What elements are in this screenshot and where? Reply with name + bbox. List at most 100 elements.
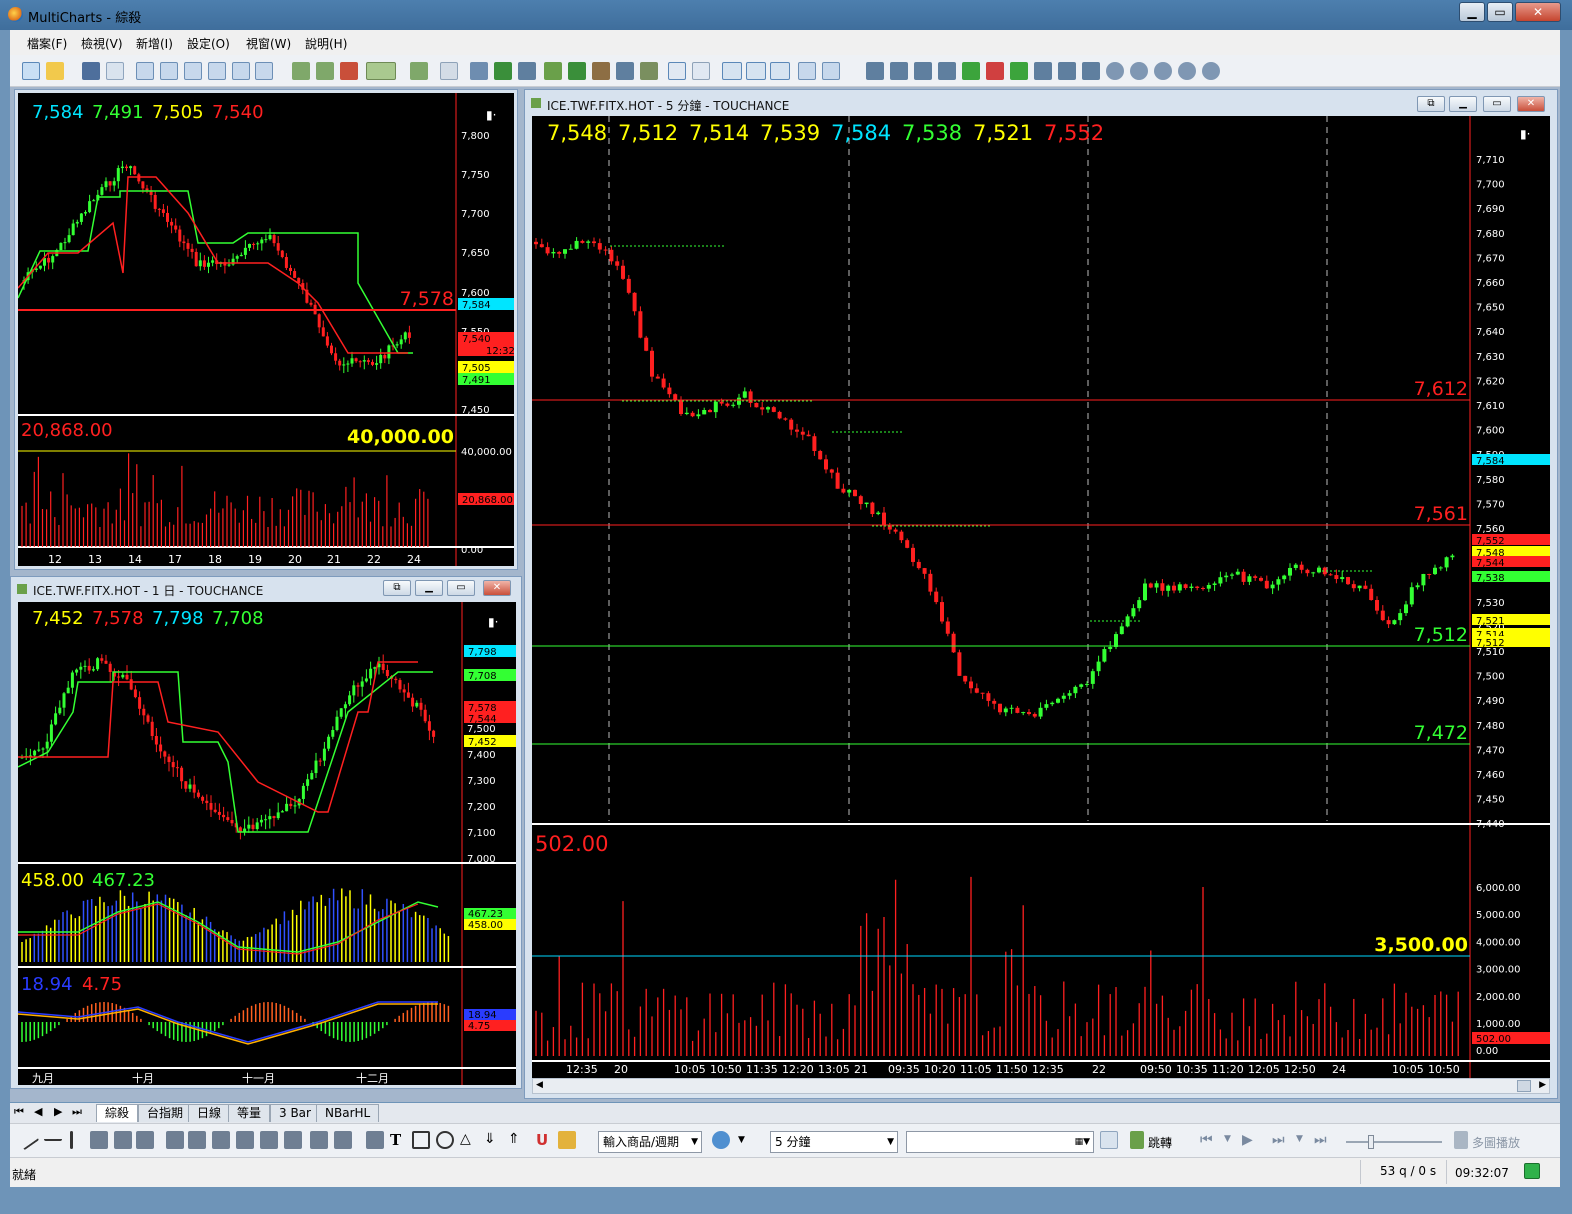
chart-window-icon[interactable] — [136, 62, 154, 80]
gann-fan-icon[interactable] — [188, 1131, 206, 1149]
fibonacci-icon[interactable] — [166, 1131, 184, 1149]
refresh-icon[interactable] — [1154, 62, 1172, 80]
symbol-selector[interactable]: 輸入商品/週期 ▼ — [598, 1131, 702, 1153]
scale-toggle-icon[interactable]: ▮· — [1520, 127, 1530, 141]
scroll-start-icon[interactable] — [866, 62, 884, 80]
arrow-up-icon[interactable] — [962, 62, 980, 80]
crosshair-icon[interactable] — [692, 62, 710, 80]
status-line-icon[interactable] — [822, 62, 840, 80]
menu-window[interactable]: 視窗(W) — [246, 35, 291, 52]
close-chart-button[interactable]: ✕ — [483, 580, 511, 596]
new-workspace-icon[interactable] — [22, 62, 40, 80]
jump-icon[interactable] — [1130, 1131, 1144, 1149]
maximize-chart-button[interactable]: ▭ — [447, 580, 475, 596]
multi-play-button[interactable]: 多圖播放 — [1472, 1134, 1520, 1151]
tab-workspace[interactable]: 日線 — [188, 1104, 231, 1122]
parallel-icon[interactable] — [114, 1131, 132, 1149]
signal-icon[interactable] — [316, 62, 334, 80]
fib-extension-icon[interactable] — [212, 1131, 230, 1149]
expand-icon[interactable] — [1082, 62, 1100, 80]
renko-icon[interactable] — [568, 62, 586, 80]
magnet-icon[interactable]: U — [536, 1131, 554, 1149]
point-figure-icon[interactable] — [544, 62, 562, 80]
close-window-button[interactable]: ✕ — [1515, 2, 1561, 22]
trendline-icon[interactable] — [18, 1131, 40, 1151]
line-chart-icon[interactable] — [518, 62, 536, 80]
minimize-chart-button[interactable]: ▁ — [1449, 96, 1477, 112]
tab-prev-icon[interactable]: ◀ — [34, 1105, 42, 1118]
data-window-icon[interactable] — [798, 62, 816, 80]
jump-button[interactable]: 跳轉 — [1148, 1134, 1172, 1151]
chart-window-daily[interactable]: ICE.TWF.FITX.HOT - 1 日 - TOUCHANCE ⧉ ▁ ▭… — [10, 576, 522, 1089]
scrollbar-thumb[interactable] — [1517, 1080, 1531, 1092]
close-chart-button[interactable]: ✕ — [1517, 96, 1545, 112]
chart-window-top-left[interactable]: 7,578 7,584 7,491 7,505 7,540 ▮· 7,800 7… — [14, 89, 518, 570]
scroll-right-arrow-icon[interactable]: ▶ — [1539, 1080, 1546, 1090]
maximize-window-button[interactable]: ▭ — [1487, 2, 1513, 22]
minimize-chart-button[interactable]: ▁ — [415, 580, 443, 596]
multi-play-icon[interactable] — [1454, 1131, 1468, 1149]
bar-chart-icon[interactable] — [470, 62, 488, 80]
time-zone-icon[interactable] — [260, 1131, 278, 1149]
kagi-icon[interactable] — [592, 62, 610, 80]
candlestick-icon[interactable] — [494, 62, 512, 80]
chevron-down-icon[interactable]: ▼ — [1296, 1134, 1303, 1144]
tab-last-icon[interactable]: ⏭ — [72, 1105, 82, 1119]
channel-icon[interactable] — [90, 1131, 108, 1149]
maximize-chart-button[interactable]: ▭ — [1483, 96, 1511, 112]
strategy-icon[interactable] — [340, 62, 358, 80]
tile-window-icon[interactable] — [746, 62, 766, 80]
tab-workspace[interactable]: 3 Bar — [270, 1104, 320, 1122]
chevron-down-icon[interactable]: ▼ — [738, 1135, 745, 1145]
drawing-mode-icon[interactable] — [366, 62, 396, 80]
ray-icon[interactable] — [44, 1131, 62, 1141]
cascade-window-icon[interactable] — [770, 62, 790, 80]
tab-first-icon[interactable]: ⏮ — [14, 1105, 24, 1119]
detach-window-button[interactable]: ⧉ — [1417, 96, 1445, 112]
rectangle-icon[interactable] — [412, 1131, 430, 1149]
text-tool-icon[interactable]: T — [390, 1131, 408, 1149]
detach-window-button[interactable]: ⧉ — [383, 580, 411, 596]
zoom-out-icon[interactable] — [1130, 62, 1148, 80]
grid-icon[interactable] — [334, 1131, 352, 1149]
save-icon[interactable] — [82, 62, 100, 80]
reload-icon[interactable] — [1178, 62, 1196, 80]
close-workspace-icon[interactable] — [106, 62, 124, 80]
minimize-window-button[interactable]: ▁ — [1459, 2, 1485, 22]
scroll-left-arrow-icon[interactable]: ◀ — [536, 1080, 543, 1090]
text-list-icon[interactable] — [366, 1131, 384, 1149]
menu-help[interactable]: 說明(H) — [305, 35, 347, 52]
triangle-icon[interactable]: △ — [460, 1131, 478, 1149]
compass-icon[interactable] — [712, 1131, 730, 1149]
slider-thumb[interactable] — [1368, 1135, 1374, 1149]
menu-insert[interactable]: 新增(I) — [136, 35, 173, 52]
chart-5min-canvas[interactable]: 7,612 7,561 7,512 7,472 7,548 7,512 7,51… — [532, 116, 1550, 1078]
report-window-icon[interactable] — [255, 62, 273, 80]
menu-settings[interactable]: 設定(O) — [187, 35, 230, 52]
indicator-icon[interactable] — [292, 62, 310, 80]
shift-left-icon[interactable] — [1010, 62, 1028, 80]
volume-profile-icon[interactable] — [616, 62, 634, 80]
calendar-button-icon[interactable] — [1100, 1131, 1118, 1149]
menu-file[interactable]: 檔案(F) — [27, 35, 67, 52]
chevron-down-icon[interactable]: ▼ — [1224, 1134, 1231, 1144]
zoom-window-icon[interactable] — [722, 62, 742, 80]
lock-drawing-icon[interactable] — [558, 1131, 576, 1149]
regression-icon[interactable] — [310, 1131, 328, 1149]
tab-workspace[interactable]: 等量 — [228, 1104, 271, 1122]
tab-workspace[interactable]: NBarHL — [316, 1104, 380, 1122]
fib-arc-icon[interactable] — [236, 1131, 254, 1149]
arrow-down-icon[interactable] — [986, 62, 1004, 80]
compress-icon[interactable] — [1058, 62, 1076, 80]
hourglass-icon[interactable] — [914, 62, 932, 80]
speed-line-icon[interactable] — [284, 1131, 302, 1149]
vertical-line-icon[interactable] — [70, 1131, 73, 1149]
arrow-up-tool-icon[interactable]: ⇑ — [508, 1131, 526, 1149]
portfolio-window-icon[interactable] — [208, 62, 226, 80]
alert-icon[interactable] — [410, 62, 428, 80]
menu-view[interactable]: 檢視(V) — [81, 35, 123, 52]
scanner-window-icon[interactable] — [160, 62, 178, 80]
chart-type-icon[interactable] — [640, 62, 658, 80]
horizontal-scrollbar[interactable]: ◀ ▶ — [532, 1078, 1550, 1094]
cursor-icon[interactable] — [668, 62, 686, 80]
